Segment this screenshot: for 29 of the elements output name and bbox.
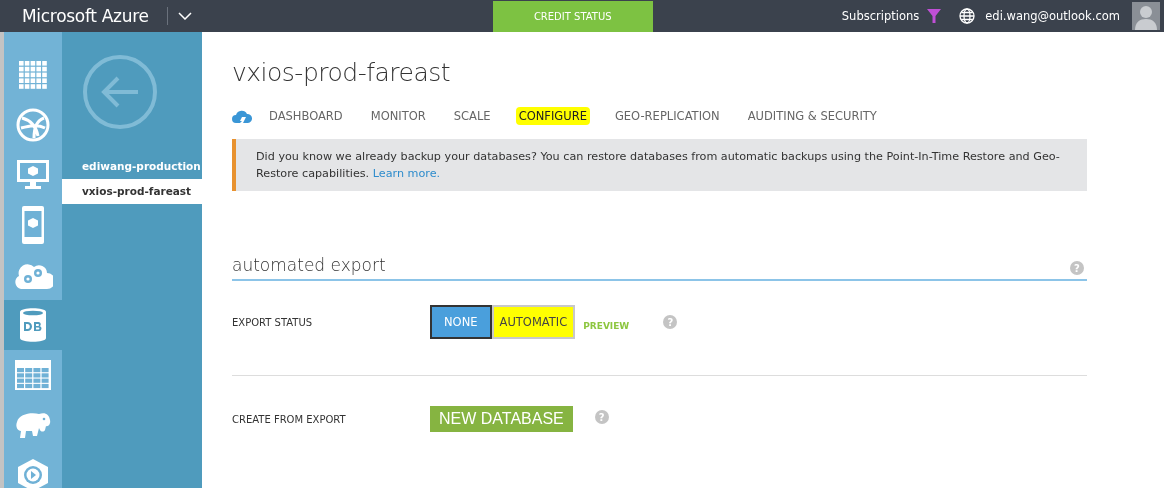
brand-title: Microsoft Azure	[22, 6, 149, 26]
nav-tab[interactable]: AUDITING & SECURITY	[744, 107, 880, 125]
nav-tab[interactable]: MONITOR	[367, 107, 429, 125]
database-icon	[20, 308, 46, 342]
table-icon	[15, 360, 51, 390]
nav-tab[interactable]: GEO-REPLICATION	[611, 107, 723, 125]
learn-more-link[interactable]: Learn more.	[372, 167, 441, 180]
nav-item[interactable]: vxios-prod-fareast	[62, 179, 202, 204]
field-label: EXPORT STATUS	[232, 316, 314, 328]
grid-icon	[19, 61, 47, 89]
monitor-icon	[17, 160, 49, 190]
filter-icon[interactable]	[927, 9, 942, 23]
section-title: automated export	[232, 255, 386, 275]
nav-tab[interactable]: DASHBOARD	[266, 107, 346, 125]
avatar-icon[interactable]	[1132, 2, 1160, 30]
chevron-down-icon[interactable]	[177, 12, 192, 20]
nav-tab[interactable]: SCALE	[450, 107, 494, 125]
toggle-option[interactable]: AUTOMATIC	[491, 305, 576, 339]
rail-item[interactable]	[4, 300, 62, 350]
nav-tab[interactable]: CONFIGURE	[515, 107, 590, 125]
subscriptions-link[interactable]: Subscriptions	[841, 9, 920, 23]
cloud-bolt-icon	[232, 109, 252, 123]
banner-text: Did you know we already backup your databases? You can restore databases from automatic backups using the Point-In-Time Restore and Geo-Restore capabilities. Learn more.	[256, 149, 1061, 182]
page-title: vxios-prod-fareast	[232, 58, 452, 87]
phone-icon	[22, 206, 44, 244]
account-email[interactable]: edi.wang@outlook.com	[985, 9, 1120, 23]
field-label: CREATE FROM EXPORT	[232, 413, 347, 425]
preview-label: PREVIEW	[583, 321, 630, 331]
nav-item[interactable]: ediwang-production	[62, 154, 202, 179]
